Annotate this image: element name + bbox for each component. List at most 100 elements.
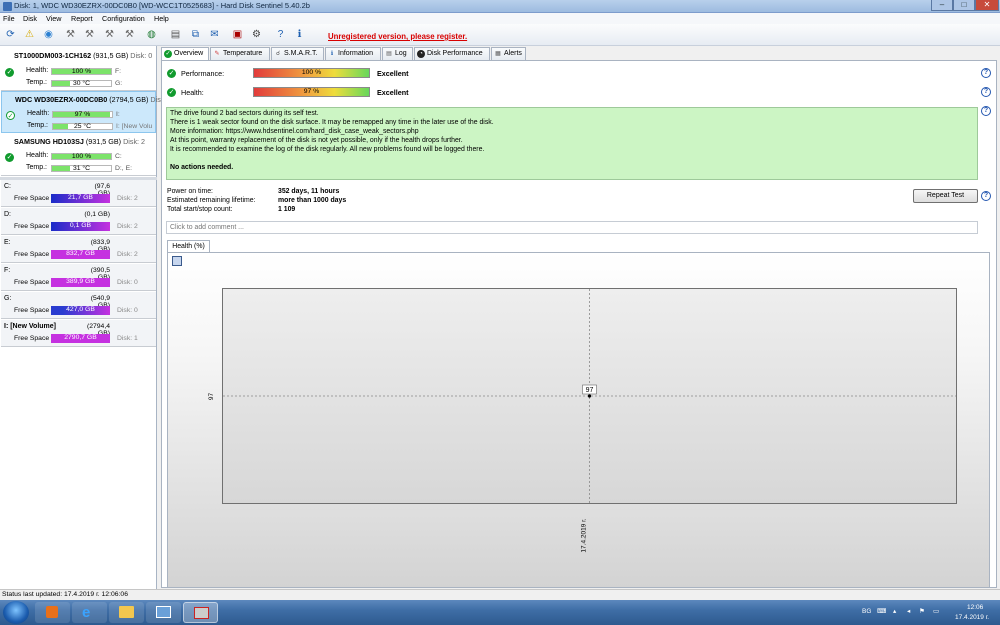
message-line: The drive found 2 bad sectors during its…	[170, 110, 319, 117]
close-button[interactable]: ✕	[975, 0, 999, 11]
menu-report[interactable]: Report	[71, 14, 93, 23]
disk-tool3-icon[interactable]: ⚒	[102, 27, 117, 42]
window-icon[interactable]	[146, 602, 181, 623]
save-icon[interactable]	[172, 256, 182, 266]
clock-date[interactable]: 17.4.2019 г.	[955, 614, 989, 621]
tab-smart[interactable]: ☌ S.M.A.R.T.	[271, 47, 324, 60]
ok-check-icon: ✓	[5, 68, 14, 77]
volume-entry[interactable]: C: (97,6 GB) Free Space 21,7 GB Disk: 2	[1, 180, 156, 207]
start-button[interactable]	[3, 601, 29, 624]
menu-configuration[interactable]: Configuration	[102, 14, 145, 23]
y-tick-label: 97	[208, 392, 216, 401]
temp-value: 31 °C	[72, 165, 91, 172]
media-player-icon[interactable]	[35, 602, 70, 623]
minimize-button[interactable]: –	[931, 0, 953, 11]
performance-label: Performance:	[181, 69, 225, 78]
data-point	[587, 394, 592, 398]
volume-entry[interactable]: F: (390,5 GB) Free Space 389,9 GB Disk: …	[1, 264, 156, 291]
temp-value: 30 °C	[72, 80, 91, 87]
help-icon[interactable]: ?	[273, 27, 288, 42]
comment-input[interactable]: Click to add comment ...	[166, 221, 978, 234]
health-label: Health:	[26, 67, 49, 74]
health-bar: 97 %	[52, 111, 113, 118]
health-label: Health:	[27, 110, 50, 117]
speaker-icon[interactable]: ◂	[907, 607, 910, 615]
volume-name: E:	[4, 239, 11, 246]
disk-size: (2794,5 GB)	[109, 95, 149, 104]
report-icon[interactable]: ◉	[41, 27, 56, 42]
volume-entry[interactable]: E: (833,9 GB) Free Space 832,7 GB Disk: …	[1, 236, 156, 263]
menu-help[interactable]: Help	[154, 14, 169, 23]
volume-entry[interactable]: D: (0,1 GB) Free Space 0,1 GB Disk: 2	[1, 208, 156, 235]
disk-tool4-icon[interactable]: ⚒	[122, 27, 137, 42]
refresh-icon[interactable]: ⟳	[3, 27, 18, 42]
disk-size: (931,5 GB)	[93, 51, 129, 60]
info-icon[interactable]: ℹ	[292, 27, 307, 42]
ok-check-icon: ✓	[6, 111, 15, 120]
document-icon[interactable]: ▤	[168, 27, 183, 42]
health-bar: 100 %	[51, 68, 112, 75]
tab-overview[interactable]: ✓ Overview	[161, 47, 209, 61]
lifetime-label: Estimated remaining lifetime:	[167, 197, 256, 204]
volume-entry[interactable]: G: (540,9 GB) Free Space 427,0 GB Disk: …	[1, 292, 156, 319]
help-icon[interactable]: ?	[981, 191, 991, 201]
volume-name: D:	[4, 211, 11, 218]
flag-icon[interactable]: ⚑	[919, 607, 925, 615]
copy-icon[interactable]: ⧉	[188, 27, 203, 42]
globe-icon[interactable]: ◍	[144, 27, 159, 42]
help-icon[interactable]: ?	[981, 106, 991, 116]
free-space-value: 2790,7 GB	[64, 334, 97, 341]
chip-icon[interactable]: ▣	[230, 27, 245, 42]
health-value: 97 %	[74, 111, 91, 118]
message-line: More information: https://www.hdsentinel…	[170, 128, 419, 135]
disk-entry-0[interactable]: ST1000DM003-1CH162 (931,5 GB) Disk: 0 ✓ …	[1, 48, 156, 91]
menu-disk[interactable]: Disk	[23, 14, 37, 23]
lifetime-value: more than 1000 days	[278, 197, 347, 204]
disk-name: ST1000DM003-1CH162	[14, 51, 92, 60]
help-icon[interactable]: ?	[981, 68, 991, 78]
tab-disk-performance[interactable]: ◔ Disk Performance	[414, 47, 490, 60]
volume-entry[interactable]: I: [New Volume] (2794,4 GB) Free Space 2…	[1, 320, 156, 347]
message-line: There is 1 weak sector found on the disk…	[170, 119, 494, 126]
chevron-up-icon[interactable]: ▴	[893, 607, 896, 615]
startstop-label: Total start/stop count:	[167, 206, 233, 213]
free-space-value: 0,1 GB	[69, 222, 92, 229]
status-message-box: The drive found 2 bad sectors during its…	[166, 107, 978, 180]
unregistered-link[interactable]: Unregistered version, please register.	[328, 32, 467, 41]
send-icon[interactable]: ✉	[207, 27, 222, 42]
internet-explorer-icon[interactable]: e	[72, 602, 107, 623]
keyboard-icon[interactable]: ⌨	[877, 607, 886, 615]
disk-size: (931,5 GB)	[85, 137, 122, 146]
tab-alerts[interactable]: ▦ Alerts	[491, 47, 526, 60]
help-icon[interactable]: ?	[981, 87, 991, 97]
volume-name: C:	[4, 183, 11, 190]
language-indicator[interactable]: BG	[862, 608, 871, 615]
menu-view[interactable]: View	[46, 14, 61, 23]
network-icon[interactable]: ▭	[933, 607, 939, 615]
volume-disk: Disk: 2	[117, 195, 138, 202]
clock-time[interactable]: 12:06	[967, 604, 983, 611]
explorer-icon[interactable]	[109, 602, 144, 623]
message-summary: No actions needed.	[170, 164, 234, 171]
gauge-icon: ◔	[417, 50, 425, 58]
repeat-test-button[interactable]: Repeat Test	[913, 189, 978, 203]
tab-temperature[interactable]: ✎ Temperature	[210, 47, 270, 60]
drive-letters: C:	[115, 153, 122, 160]
temp-value: 25 °C	[73, 123, 92, 130]
tab-information[interactable]: ℹ Information	[325, 47, 381, 60]
maximize-button[interactable]: □	[953, 0, 975, 11]
tab-log[interactable]: ▤ Log	[382, 47, 413, 60]
menu-file[interactable]: File	[3, 14, 15, 23]
free-space-label: Free Space	[14, 335, 50, 342]
settings-icon[interactable]: ⚙	[249, 27, 264, 42]
disk-entry-1[interactable]: WDC WD30EZRX-00DC0B0 (2794,5 GB) Disk: 1…	[1, 91, 172, 133]
disk-tool-icon[interactable]: ⚒	[63, 27, 78, 42]
disk-tool2-icon[interactable]: ⚒	[82, 27, 97, 42]
temp-label: Temp.:	[27, 122, 49, 129]
hard-disk-sentinel-taskbar-icon[interactable]	[183, 602, 218, 623]
log-icon: ▤	[386, 51, 392, 57]
free-space-label: Free Space	[14, 307, 50, 314]
disk-entry-2[interactable]: SAMSUNG HD103SJ (931,5 GB) Disk: 2 ✓ Hea…	[1, 134, 156, 176]
drive-letters: F:	[115, 68, 122, 75]
alert-icon[interactable]: ⚠	[22, 27, 37, 42]
